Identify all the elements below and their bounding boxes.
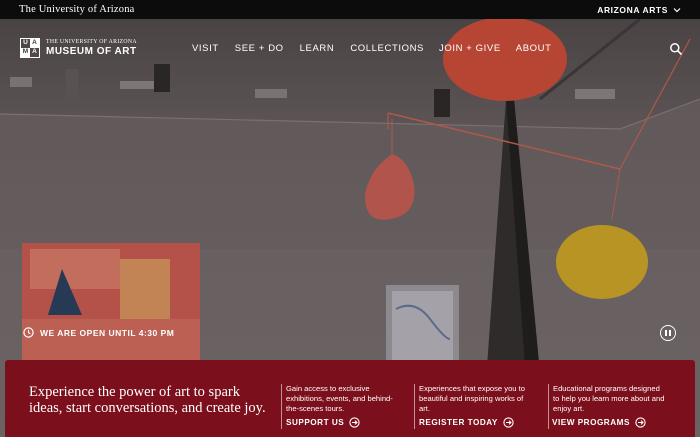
nav-item-see-do[interactable]: SEE + DO — [235, 43, 284, 54]
open-status-text: WE ARE OPEN UNTIL 4:30 PM — [40, 327, 175, 338]
panel-headline: Experience the power of art to spark ide… — [29, 384, 266, 416]
arrow-circle-right-icon — [349, 417, 360, 428]
top-bar: The University of Arizona ARIZONA ARTS — [0, 0, 700, 19]
arizona-arts-label: ARIZONA ARTS — [597, 4, 668, 15]
search-icon[interactable] — [669, 42, 683, 56]
logo-letter: M — [21, 48, 30, 57]
logo-museum-name: MUSEUM OF ART — [46, 46, 137, 57]
arrow-circle-right-icon — [503, 417, 514, 428]
promo-description: Educational programs designed to help yo… — [553, 384, 665, 414]
museum-logo[interactable]: U A M A THE UNIVERSITY OF ARIZONA MUSEUM… — [20, 38, 137, 58]
open-status: WE ARE OPEN UNTIL 4:30 PM — [23, 327, 174, 338]
site-header: U A M A THE UNIVERSITY OF ARIZONA MUSEUM… — [0, 19, 700, 79]
promo-description: Experiences that expose you to beautiful… — [419, 384, 525, 414]
nav-item-learn[interactable]: LEARN — [300, 43, 335, 54]
arrow-circle-right-icon — [635, 417, 646, 428]
pause-icon-bar — [669, 330, 671, 336]
chevron-down-icon — [673, 7, 681, 12]
logo-letter: A — [32, 48, 37, 56]
logo-letter: U — [23, 39, 28, 47]
pause-button[interactable] — [660, 325, 676, 341]
university-link[interactable]: The University of Arizona — [19, 4, 135, 15]
support-us-label: SUPPORT US — [286, 418, 345, 427]
logo-text: THE UNIVERSITY OF ARIZONA MUSEUM OF ART — [46, 39, 137, 57]
nav-item-visit[interactable]: VISIT — [192, 43, 219, 54]
support-us-link[interactable]: SUPPORT US — [286, 417, 360, 428]
register-today-label: REGISTER TODAY — [419, 418, 498, 427]
view-programs-link[interactable]: VIEW PROGRAMS — [552, 417, 646, 428]
promo-description: Gain access to exclusive exhibitions, ev… — [286, 384, 393, 414]
nav-item-collections[interactable]: COLLECTIONS — [350, 43, 424, 54]
nav-item-about[interactable]: ABOUT — [516, 43, 552, 54]
view-programs-label: VIEW PROGRAMS — [552, 418, 630, 427]
logo-mark: U A M A — [20, 38, 40, 58]
register-today-link[interactable]: REGISTER TODAY — [419, 417, 514, 428]
nav-item-join-give[interactable]: JOIN + GIVE — [439, 43, 501, 54]
arizona-arts-menu[interactable]: ARIZONA ARTS — [597, 5, 681, 15]
pause-icon-bar — [665, 330, 667, 336]
logo-university: THE UNIVERSITY OF ARIZONA — [46, 39, 137, 45]
logo-letter: A — [30, 39, 39, 48]
main-nav: VISIT SEE + DO LEARN COLLECTIONS JOIN + … — [192, 43, 552, 54]
clock-icon — [23, 327, 34, 338]
